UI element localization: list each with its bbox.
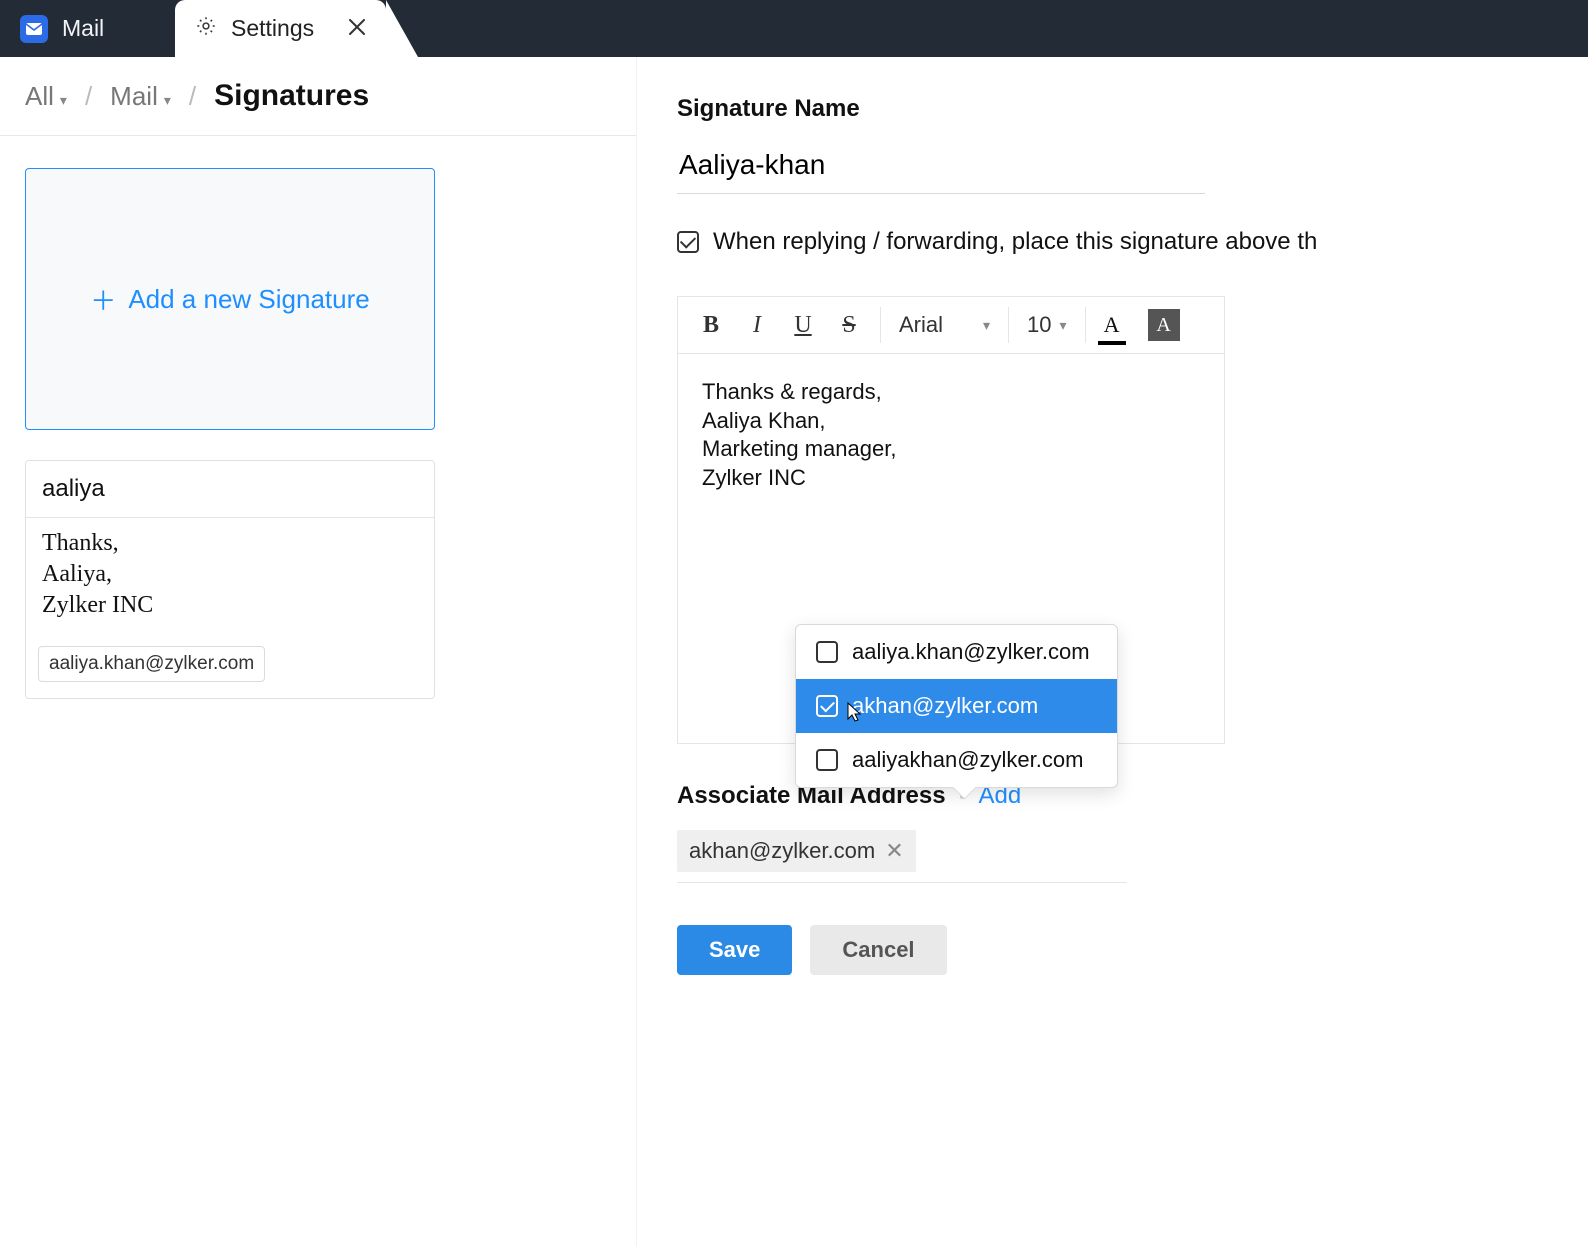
- breadcrumb-mail[interactable]: Mail ▾: [110, 81, 171, 112]
- signature-card-email-chip: aaliya.khan@zylker.com: [38, 646, 265, 682]
- toolbar-divider: [1008, 307, 1009, 343]
- toolbar-divider: [1085, 307, 1086, 343]
- reply-placement-checkbox[interactable]: [677, 231, 699, 253]
- tab-mail[interactable]: Mail: [0, 0, 175, 57]
- font-family-select[interactable]: Arial ▾: [891, 312, 998, 338]
- bold-button[interactable]: B: [690, 304, 732, 346]
- email-dropdown: aaliya.khan@zylker.com akhan@zylker.com …: [795, 624, 1118, 788]
- cancel-button[interactable]: Cancel: [810, 925, 946, 975]
- underline-button[interactable]: U: [782, 304, 824, 346]
- add-signature-label: Add a new Signature: [128, 284, 369, 315]
- bg-color-button[interactable]: A: [1148, 309, 1180, 341]
- font-family-value: Arial: [899, 312, 943, 338]
- editor-line: Marketing manager,: [702, 435, 1200, 464]
- breadcrumb-all-label: All: [25, 81, 54, 112]
- editor-line: Aaliya Khan,: [702, 407, 1200, 436]
- toolbar-divider: [880, 307, 881, 343]
- editor-line: Thanks & regards,: [702, 378, 1200, 407]
- email-option-label: aaliya.khan@zylker.com: [852, 639, 1090, 665]
- chevron-down-icon: ▾: [60, 92, 67, 109]
- breadcrumb-current: Signatures: [214, 79, 369, 113]
- tab-settings-label: Settings: [231, 15, 314, 42]
- editor-toolbar: B I U S Arial ▾ 10 ▾ A: [677, 296, 1225, 354]
- tab-mail-label: Mail: [62, 15, 104, 42]
- remove-chip-icon[interactable]: ✕: [885, 838, 903, 864]
- font-size-value: 10: [1027, 312, 1051, 338]
- associated-email-chip: akhan@zylker.com ✕: [677, 830, 916, 872]
- email-option-label: aaliyakhan@zylker.com: [852, 747, 1083, 773]
- plus-icon: ＋: [90, 281, 116, 318]
- email-option[interactable]: aaliya.khan@zylker.com: [796, 625, 1117, 679]
- right-pane: Signature Name When replying / forwardin…: [637, 57, 1588, 1246]
- signature-preview-line: Aaliya,: [42, 559, 418, 590]
- signature-preview-line: Thanks,: [42, 528, 418, 559]
- signature-card[interactable]: aaliya Thanks, Aaliya, Zylker INC aaliya…: [25, 460, 435, 699]
- checkbox-icon: [816, 641, 838, 663]
- chevron-down-icon: ▾: [164, 92, 171, 109]
- chevron-down-icon: ▾: [1060, 317, 1067, 334]
- breadcrumb-separator: /: [75, 81, 102, 112]
- signature-name-label: Signature Name: [677, 95, 1588, 123]
- font-size-select[interactable]: 10 ▾: [1019, 312, 1075, 338]
- top-tab-bar: Mail Settings: [0, 0, 1588, 57]
- cursor-icon: [844, 701, 864, 731]
- breadcrumb-all[interactable]: All ▾: [25, 81, 67, 112]
- checkbox-checked-icon: [816, 695, 838, 717]
- email-option-selected[interactable]: akhan@zylker.com: [796, 679, 1117, 733]
- signature-name-input[interactable]: [677, 143, 1205, 194]
- signature-preview-line: Zylker INC: [42, 590, 418, 621]
- breadcrumb-separator: /: [179, 81, 206, 112]
- strike-button[interactable]: S: [828, 304, 870, 346]
- breadcrumb-mail-label: Mail: [110, 81, 158, 112]
- add-signature-card[interactable]: ＋ Add a new Signature: [25, 168, 435, 430]
- signature-card-name: aaliya: [26, 461, 434, 518]
- left-pane: All ▾ / Mail ▾ / Signatures ＋ Add a new …: [0, 57, 637, 1246]
- editor-line: Zylker INC: [702, 464, 1200, 493]
- italic-button[interactable]: I: [736, 304, 778, 346]
- chevron-down-icon: ▾: [983, 317, 990, 334]
- email-option-label: akhan@zylker.com: [852, 693, 1038, 719]
- mail-icon: [20, 15, 48, 43]
- reply-placement-label: When replying / forwarding, place this s…: [713, 228, 1317, 256]
- font-color-glyph: A: [1104, 312, 1120, 338]
- associated-email-text: akhan@zylker.com: [689, 838, 875, 864]
- email-option[interactable]: aaliyakhan@zylker.com: [796, 733, 1117, 787]
- save-button[interactable]: Save: [677, 925, 792, 975]
- close-icon[interactable]: [348, 15, 366, 42]
- gear-icon: [195, 15, 217, 43]
- breadcrumb: All ▾ / Mail ▾ / Signatures: [0, 57, 636, 136]
- checkbox-icon: [816, 749, 838, 771]
- tab-settings[interactable]: Settings: [175, 0, 386, 57]
- font-color-button[interactable]: A: [1096, 309, 1128, 341]
- underline-divider: [677, 882, 1127, 883]
